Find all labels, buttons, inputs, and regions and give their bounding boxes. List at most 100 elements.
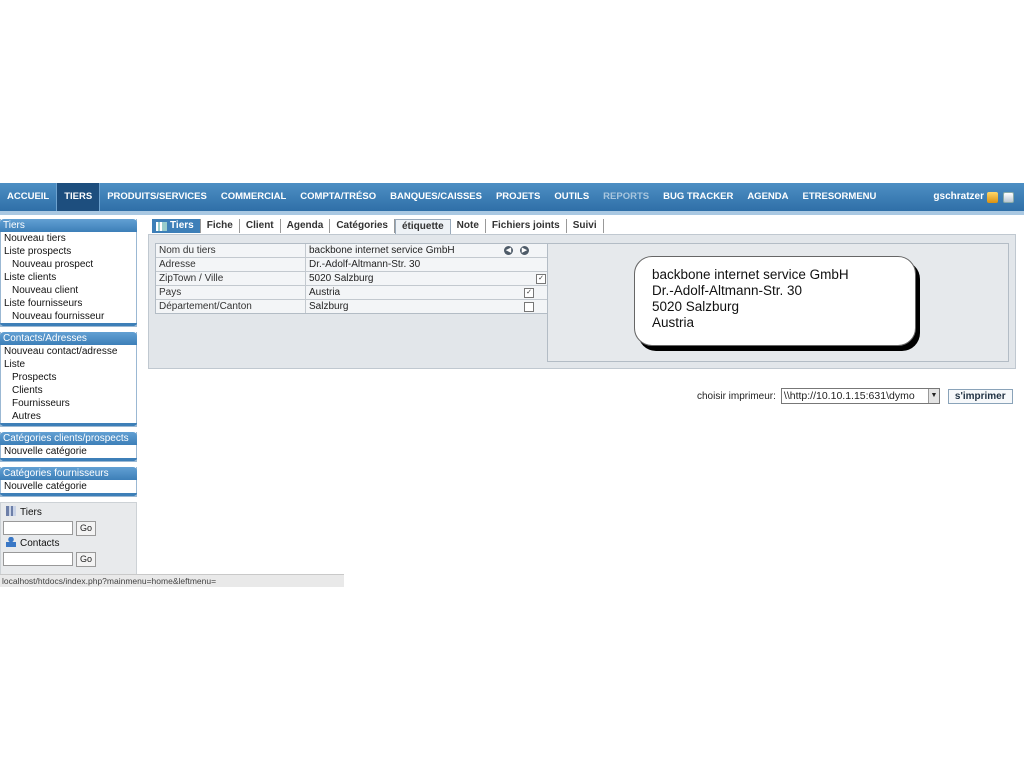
printer-controls: choisir imprimeur: \\http://10.10.1.15:6… — [697, 388, 1013, 404]
tab-agenda[interactable]: Agenda — [280, 219, 331, 233]
printer-selected-value: \\http://10.10.1.15:631\dymo — [783, 390, 915, 402]
tab-tiers-label: Tiers — [170, 220, 194, 231]
person-icon — [6, 537, 16, 547]
include-country-checkbox[interactable]: ✓ — [524, 288, 534, 298]
building-icon — [6, 506, 16, 516]
field-label: ZipTown / Ville — [156, 272, 306, 285]
field-label: Département/Canton — [156, 300, 306, 313]
link-contacts-autres[interactable]: Autres — [1, 410, 136, 423]
block-footer — [0, 458, 137, 461]
search-contacts-go-button[interactable]: Go — [76, 552, 96, 567]
link-liste-fournisseurs[interactable]: Liste fournisseurs — [1, 297, 136, 310]
menu-etresormenu[interactable]: ETRESORMENU — [795, 183, 883, 211]
print-button[interactable]: s'imprimer — [947, 388, 1013, 404]
menu-tiers[interactable]: TIERS — [56, 183, 101, 211]
search-tiers-input[interactable] — [3, 521, 73, 535]
menu-outils[interactable]: OUTILS — [547, 183, 596, 211]
search-tiers-label: Tiers — [6, 506, 42, 518]
tab-note[interactable]: Note — [450, 219, 486, 233]
block-footer — [0, 323, 137, 326]
field-value: Dr.-Adolf-Altmann-Str. 30 — [309, 259, 421, 270]
search-contacts-text: Contacts — [20, 538, 60, 549]
left-block-tiers: Tiers Nouveau tiers Liste prospects Nouv… — [0, 219, 137, 327]
printer-select[interactable]: \\http://10.10.1.15:631\dymo ▼ — [780, 388, 940, 404]
tab-fichiers-joints[interactable]: Fichiers joints — [485, 219, 567, 233]
block-footer — [0, 493, 137, 496]
link-contacts-clients[interactable]: Clients — [1, 384, 136, 397]
building-icon — [156, 221, 167, 231]
next-icon[interactable]: ▶ — [520, 246, 529, 255]
address-label-preview: backbone internet service GmbH Dr.-Adolf… — [634, 256, 916, 346]
table-row: Nom du tiers backbone internet service G… — [156, 244, 547, 258]
user-card-icon[interactable] — [987, 192, 998, 203]
user-name[interactable]: gschratzer — [933, 183, 984, 211]
main-menu: ACCUEIL TIERS PRODUITS/SERVICES COMMERCI… — [0, 183, 883, 211]
link-nouveau-contact[interactable]: Nouveau contact/adresse — [1, 345, 136, 358]
label-preview-area: backbone internet service GmbH Dr.-Adolf… — [547, 243, 1009, 362]
search-tiers-text: Tiers — [20, 507, 42, 518]
tab-bar: Tiers Fiche Client Agenda Catégories éti… — [152, 219, 604, 234]
left-block-contacts: Contacts/Adresses Nouveau contact/adress… — [0, 332, 137, 427]
link-liste-prospects[interactable]: Liste prospects — [1, 245, 136, 258]
table-row: Département/Canton Salzburg — [156, 300, 547, 313]
menu-reports[interactable]: REPORTS — [596, 183, 656, 211]
tab-fiche[interactable]: Fiche — [200, 219, 240, 233]
link-liste-clients[interactable]: Liste clients — [1, 271, 136, 284]
tab-client[interactable]: Client — [239, 219, 281, 233]
include-city-checkbox[interactable]: ✓ — [536, 274, 546, 284]
left-block-title[interactable]: Tiers — [0, 219, 137, 232]
link-nouvelle-categorie-clients[interactable]: Nouvelle catégorie — [1, 445, 136, 458]
field-value: backbone internet service GmbH — [309, 245, 455, 256]
menu-banques-caisses[interactable]: BANQUES/CAISSES — [383, 183, 489, 211]
include-canton-checkbox[interactable] — [524, 302, 534, 312]
link-nouveau-client[interactable]: Nouveau client — [1, 284, 136, 297]
label-panel: Nom du tiers backbone internet service G… — [148, 234, 1016, 369]
left-block-categories-clients: Catégories clients/prospects Nouvelle ca… — [0, 432, 137, 462]
table-row: Pays Austria ✓ — [156, 286, 547, 300]
status-bar-url: localhost/htdocs/index.php?mainmenu=home… — [0, 574, 344, 587]
menu-compta-treso[interactable]: COMPTA/TRÉSO — [293, 183, 383, 211]
label-line-name: backbone internet service GmbH — [652, 267, 849, 282]
left-block-title[interactable]: Contacts/Adresses — [0, 332, 137, 345]
link-nouveau-fournisseur[interactable]: Nouveau fournisseur — [1, 310, 136, 323]
field-value: Salzburg — [309, 301, 349, 312]
left-block-categories-fournisseurs: Catégories fournisseurs Nouvelle catégor… — [0, 467, 137, 497]
tab-suivi[interactable]: Suivi — [566, 219, 604, 233]
tab-categories[interactable]: Catégories — [330, 219, 395, 233]
search-contacts-input[interactable] — [3, 552, 73, 566]
left-block-title[interactable]: Catégories fournisseurs — [0, 467, 137, 480]
menu-commercial[interactable]: COMMERCIAL — [214, 183, 293, 211]
tiers-details-table: Nom du tiers backbone internet service G… — [155, 243, 548, 314]
search-contacts-label: Contacts — [6, 537, 59, 549]
left-menu: Tiers Nouveau tiers Liste prospects Nouv… — [0, 219, 137, 579]
left-block-title[interactable]: Catégories clients/prospects — [0, 432, 137, 445]
table-row: ZipTown / Ville 5020 Salzburg ✓ — [156, 272, 547, 286]
label-line-city: 5020 Salzburg — [652, 299, 740, 314]
printer-label: choisir imprimeur: — [697, 390, 776, 402]
tab-etiquette[interactable]: étiquette — [395, 219, 451, 234]
search-tiers-go-button[interactable]: Go — [76, 521, 96, 536]
label-line-country: Austria — [652, 315, 695, 330]
previous-icon[interactable]: ◀ — [504, 246, 513, 255]
label-line-street: Dr.-Adolf-Altmann-Str. 30 — [652, 283, 803, 298]
link-nouvelle-categorie-fournisseurs[interactable]: Nouvelle catégorie — [1, 480, 136, 493]
chevron-down-icon[interactable]: ▼ — [927, 389, 939, 403]
link-liste-contacts[interactable]: Liste — [1, 358, 136, 371]
field-value: 5020 Salzburg — [309, 273, 374, 284]
tab-tiers[interactable]: Tiers — [152, 219, 201, 233]
link-nouveau-prospect[interactable]: Nouveau prospect — [1, 258, 136, 271]
link-nouveau-tiers[interactable]: Nouveau tiers — [1, 232, 136, 245]
app-window: ACCUEIL TIERS PRODUITS/SERVICES COMMERCI… — [0, 183, 1024, 587]
menu-projets[interactable]: PROJETS — [489, 183, 547, 211]
menu-accueil[interactable]: ACCUEIL — [0, 183, 56, 211]
field-label: Pays — [156, 286, 306, 299]
logout-icon[interactable] — [1003, 192, 1014, 203]
menu-bug-tracker[interactable]: BUG TRACKER — [656, 183, 740, 211]
link-contacts-prospects[interactable]: Prospects — [1, 371, 136, 384]
menu-produits-services[interactable]: PRODUITS/SERVICES — [100, 183, 214, 211]
top-menu-bar: ACCUEIL TIERS PRODUITS/SERVICES COMMERCI… — [0, 183, 1024, 215]
field-label: Nom du tiers — [156, 244, 306, 257]
block-footer — [0, 423, 137, 426]
menu-agenda[interactable]: AGENDA — [740, 183, 795, 211]
link-contacts-fournisseurs[interactable]: Fournisseurs — [1, 397, 136, 410]
